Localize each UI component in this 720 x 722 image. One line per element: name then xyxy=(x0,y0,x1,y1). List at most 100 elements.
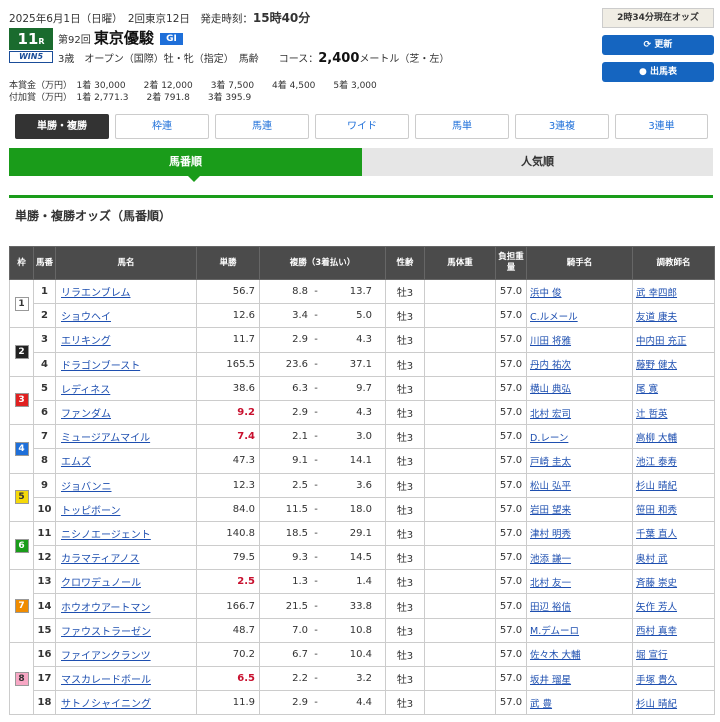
horse-name-link[interactable]: サトノシャイニング xyxy=(61,699,151,710)
jockey-link[interactable]: 丹内 祐次 xyxy=(530,360,571,371)
horse-name-link[interactable]: ファウストラーゼン xyxy=(61,627,151,638)
horse-number: 7 xyxy=(33,424,56,450)
trainer-link[interactable]: 尾 寛 xyxy=(636,384,658,395)
trainer-link[interactable]: 笹田 和秀 xyxy=(636,505,677,516)
tab-sort-by-popularity[interactable]: 人気順 xyxy=(362,148,713,176)
horse-name-link[interactable]: ドラゴンブースト xyxy=(61,361,140,372)
trainer-link[interactable]: 辻 哲英 xyxy=(636,409,668,420)
tab-sort-by-number[interactable]: 馬番順 xyxy=(9,148,362,176)
body-weight xyxy=(424,641,496,668)
refresh-button[interactable]: ⟳ 更新 xyxy=(602,35,714,55)
place-odds: 2.9-4.3 xyxy=(259,327,386,353)
horse-name-link[interactable]: エリキング xyxy=(61,336,111,347)
horse-name-cell: ミュージアムマイル xyxy=(55,424,197,450)
tab-exacta[interactable]: 馬単 xyxy=(415,114,509,139)
trainer-link[interactable]: 矢作 芳人 xyxy=(636,602,677,613)
jockey-link[interactable]: 津村 明秀 xyxy=(530,529,571,540)
race-header: 2025年6月1日（日曜） 2回東京12日 発走時刻：15時40分 11R WI… xyxy=(0,0,720,108)
race-name: 東京優駿 xyxy=(93,29,154,47)
jockey-cell: 浜中 俊 xyxy=(526,278,633,305)
horse-name-link[interactable]: ニシノエージェント xyxy=(61,530,151,541)
horse-name-link[interactable]: ホウオウアートマン xyxy=(61,603,150,614)
sort-tabs: 馬番順 人気順 xyxy=(9,148,713,182)
trainer-cell: 武 幸四郎 xyxy=(632,278,715,305)
waku-cell: 7 xyxy=(9,569,34,643)
jockey-link[interactable]: 池添 謙一 xyxy=(530,554,571,565)
tab-trifecta[interactable]: 3連単 xyxy=(615,114,708,139)
jockey-link[interactable]: 北村 友一 xyxy=(530,578,571,589)
horse-number: 12 xyxy=(33,545,56,571)
jockey-link[interactable]: 北村 宏司 xyxy=(530,409,571,420)
table-row: 6 11 ニシノエージェント 140.8 18.5-29.1 牡3 57.0 津村 明秀 千葉 … xyxy=(9,520,715,571)
jockey-link[interactable]: 岩田 望来 xyxy=(530,505,571,516)
entries-button[interactable]: ● 出馬表 xyxy=(602,62,714,82)
trainer-link[interactable]: 友道 康夫 xyxy=(636,312,677,323)
horse-name-link[interactable]: カラマティアノス xyxy=(61,554,140,565)
place-odds: 11.5-18.0 xyxy=(259,496,386,522)
body-weight xyxy=(424,472,496,498)
jockey-cell: 坂井 瑠星 xyxy=(526,665,633,692)
tab-win-place[interactable]: 単勝・複勝 xyxy=(15,114,109,139)
horse-name-link[interactable]: リラエンブレム xyxy=(61,288,131,299)
tab-trio[interactable]: 3連複 xyxy=(515,114,609,139)
jockey-link[interactable]: 坂井 瑠星 xyxy=(530,675,571,686)
horse-name-link[interactable]: ファンダム xyxy=(61,409,111,420)
horse-name-link[interactable]: レディネス xyxy=(61,385,110,396)
race-edition: 第92回 xyxy=(58,35,91,46)
horse-name-link[interactable]: ミュージアムマイル xyxy=(61,433,150,444)
win-odds: 11.7 xyxy=(196,327,260,353)
win-odds: 9.2 xyxy=(196,399,260,426)
trainer-link[interactable]: 斉藤 崇史 xyxy=(636,578,677,589)
horse-name-link[interactable]: ショウヘイ xyxy=(61,312,111,323)
trainer-link[interactable]: 武 幸四郎 xyxy=(636,288,677,299)
trainer-link[interactable]: 手塚 貴久 xyxy=(636,675,677,686)
sex-age: 牡3 xyxy=(385,520,425,547)
trainer-link[interactable]: 堀 宣行 xyxy=(636,650,668,661)
jockey-link[interactable]: C.ルメール xyxy=(530,312,578,323)
carried-weight: 57.0 xyxy=(495,545,527,571)
place-odds-low: 11.5 xyxy=(285,503,308,515)
trainer-cell: 西村 真幸 xyxy=(632,617,715,643)
jockey-link[interactable]: 浜中 俊 xyxy=(530,288,562,299)
horse-name-link[interactable]: ジョバンニ xyxy=(61,482,112,493)
place-odds-low: 2.9 xyxy=(292,407,308,419)
tab-quinella[interactable]: 馬連 xyxy=(215,114,309,139)
jockey-link[interactable]: 横山 典弘 xyxy=(530,384,571,395)
trainer-link[interactable]: 高柳 大輔 xyxy=(636,433,677,444)
tab-bracket-quinella[interactable]: 枠連 xyxy=(115,114,209,139)
trainer-link[interactable]: 杉山 晴紀 xyxy=(636,481,677,492)
horse-name-cell: ホウオウアートマン xyxy=(55,593,197,619)
waku-badge: 6 xyxy=(14,538,29,553)
horse-name-link[interactable]: ファイアンクランツ xyxy=(61,651,151,662)
waku-cell: 1 xyxy=(9,278,34,329)
horse-name-link[interactable]: トッピボーン xyxy=(61,506,121,517)
trainer-link[interactable]: 池江 泰寿 xyxy=(636,457,677,468)
jockey-link[interactable]: 佐々木 大輔 xyxy=(530,650,581,661)
tab-wide[interactable]: ワイド xyxy=(315,114,409,139)
body-weight xyxy=(424,448,496,474)
odds-table: 枠 馬番 馬名 単勝 複勝（3着払い） 性齢 馬体重 負担重量 騎手名 調教師名… xyxy=(9,246,715,716)
trainer-link[interactable]: 藤野 健太 xyxy=(636,360,677,371)
jockey-cell: 田辺 裕信 xyxy=(526,593,633,619)
place-odds-high: 10.4 xyxy=(349,648,372,660)
horse-name-cell: トッピボーン xyxy=(55,496,197,522)
jockey-link[interactable]: D.レーン xyxy=(530,433,568,444)
horse-name-link[interactable]: マスカレードボール xyxy=(61,675,151,686)
jockey-link[interactable]: 戸崎 圭太 xyxy=(530,457,571,468)
trainer-link[interactable]: 千葉 直人 xyxy=(636,529,677,540)
place-odds-high: 3.0 xyxy=(356,431,372,443)
trainer-link[interactable]: 西村 真幸 xyxy=(636,626,677,637)
horse-name-cell: クロワデュノール xyxy=(55,569,197,595)
jockey-link[interactable]: 田辺 裕信 xyxy=(530,602,571,613)
horse-name-link[interactable]: クロワデュノール xyxy=(61,578,141,589)
trainer-link[interactable]: 奥村 武 xyxy=(636,554,668,565)
jockey-link[interactable]: 松山 弘平 xyxy=(530,481,571,492)
trainer-link[interactable]: 杉山 晴紀 xyxy=(636,699,677,710)
trainer-link[interactable]: 中内田 充正 xyxy=(636,336,687,347)
place-odds-low: 9.3 xyxy=(292,552,308,564)
jockey-link[interactable]: 武 豊 xyxy=(530,699,552,710)
jockey-link[interactable]: M.デムーロ xyxy=(530,626,579,637)
jockey-cell: 横山 典弘 xyxy=(526,375,633,401)
horse-name-link[interactable]: エムズ xyxy=(61,457,91,468)
jockey-link[interactable]: 川田 将雅 xyxy=(530,336,571,347)
